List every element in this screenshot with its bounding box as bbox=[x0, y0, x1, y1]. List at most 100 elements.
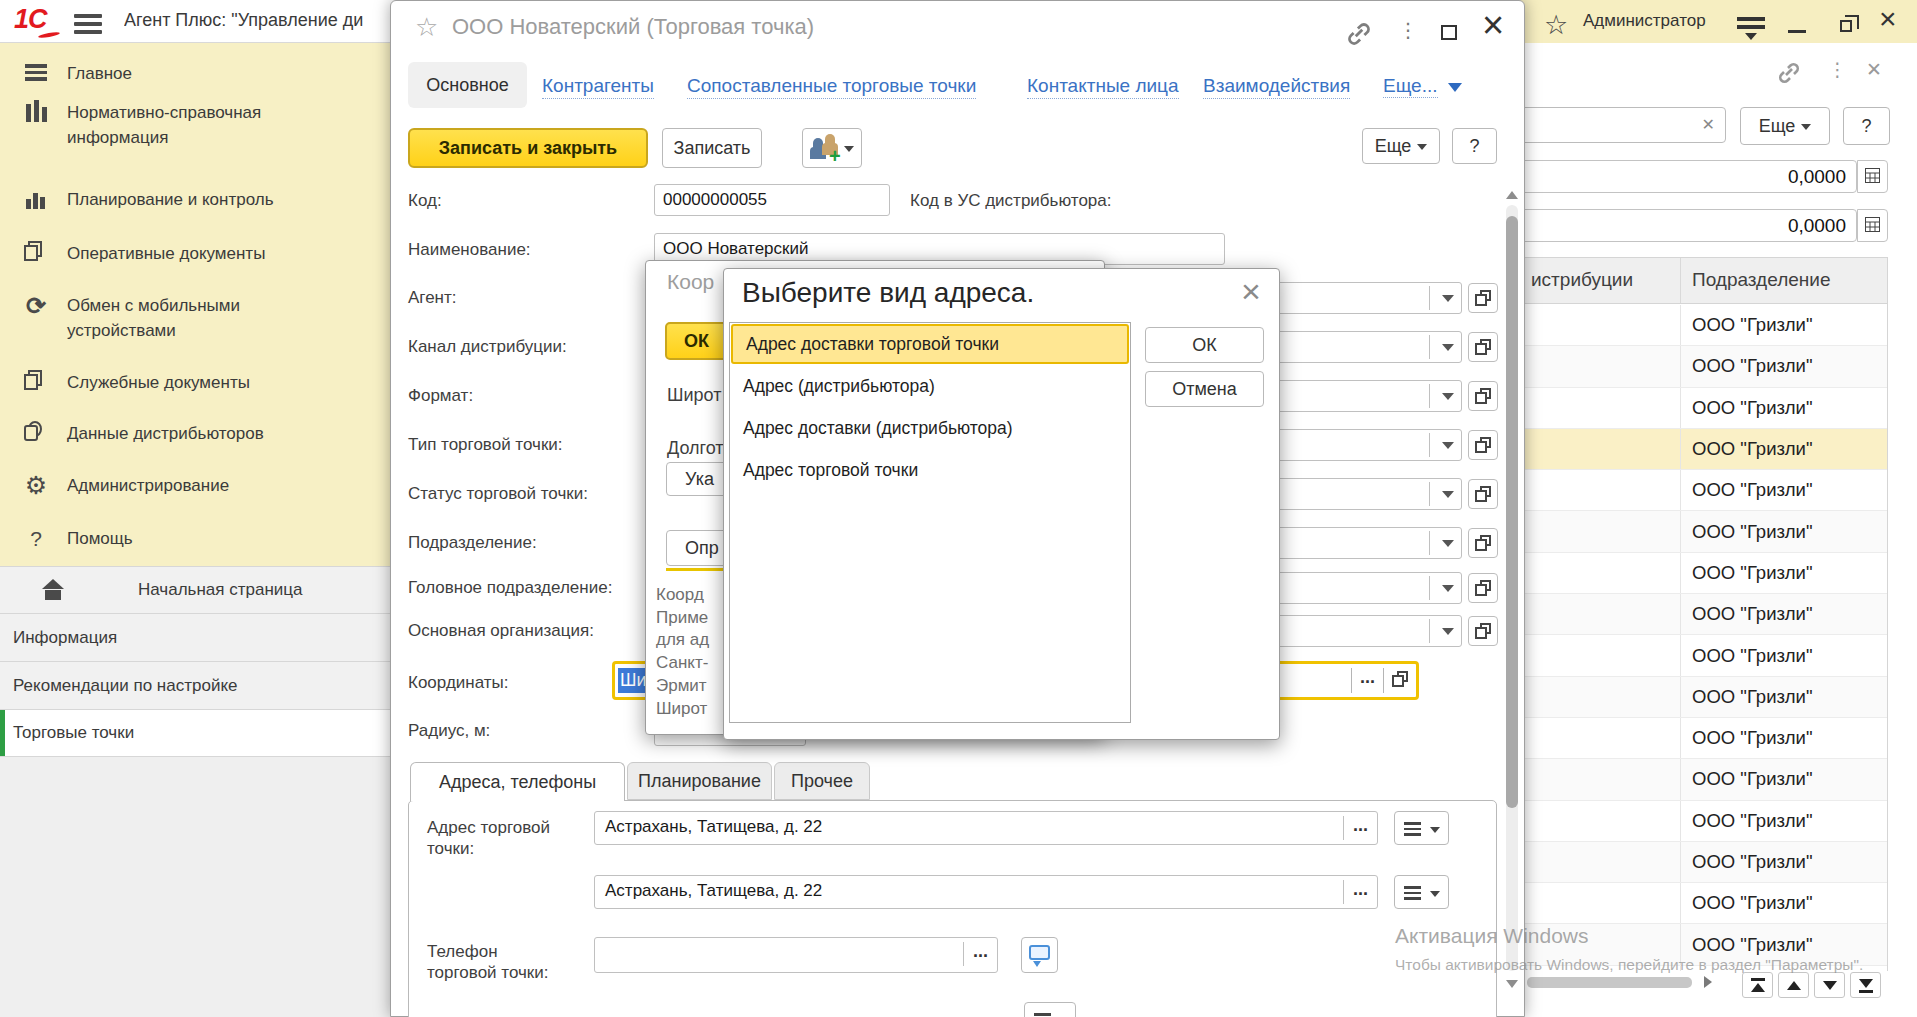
sidebar-item-glavnoe[interactable]: Главное bbox=[0, 61, 390, 86]
sidebar-item-planning[interactable]: Планирование и контроль bbox=[0, 187, 390, 212]
tab-interactions[interactable]: Взаимодействия bbox=[1203, 75, 1350, 99]
reference-icon bbox=[22, 100, 50, 150]
window-menu-icon[interactable] bbox=[1737, 17, 1765, 40]
link-icon[interactable] bbox=[1777, 62, 1801, 88]
dropdown-arrow-icon[interactable] bbox=[1442, 540, 1454, 547]
dropdown-arrow-icon[interactable] bbox=[1442, 442, 1454, 449]
go-last-button[interactable] bbox=[1850, 972, 1881, 998]
window-title: ООО Новатерский (Торговая точка) bbox=[452, 14, 814, 40]
sidebar-item-recommendations[interactable]: Рекомендации по настройке bbox=[0, 661, 390, 709]
sidebar-item-mobile-exchange[interactable]: ⟳ Обмен с мобильными устройствами bbox=[0, 293, 390, 343]
clear-icon[interactable]: ✕ bbox=[1702, 115, 1715, 134]
ellipsis-button[interactable]: ... bbox=[1344, 812, 1377, 844]
scrollbar-thumb[interactable] bbox=[1506, 216, 1518, 808]
sidebar-item-administration[interactable]: ⚙ Администрирование bbox=[0, 473, 390, 498]
address-kind-list: Адрес доставки торговой точкиАдрес (дист… bbox=[729, 322, 1131, 723]
go-next-button[interactable] bbox=[1814, 972, 1845, 998]
gear-icon: ⚙ bbox=[22, 473, 50, 498]
open-button[interactable] bbox=[1468, 332, 1498, 362]
close-icon[interactable]: × bbox=[1241, 272, 1261, 311]
scrollbar-down-icon[interactable] bbox=[1506, 980, 1518, 988]
dropdown-arrow-icon[interactable] bbox=[1442, 491, 1454, 498]
close-panel-icon[interactable]: ✕ bbox=[1866, 58, 1882, 81]
dropdown-arrow-icon[interactable] bbox=[1442, 393, 1454, 400]
ellipsis-button[interactable]: ... bbox=[1352, 664, 1383, 697]
sms-button[interactable] bbox=[1021, 937, 1058, 973]
scroll-right-arrow[interactable] bbox=[1704, 976, 1712, 988]
dropdown-arrow-icon[interactable] bbox=[1442, 344, 1454, 351]
dropdown-arrow-icon[interactable] bbox=[1442, 295, 1454, 302]
close-icon[interactable]: × bbox=[1879, 2, 1897, 36]
ellipsis-button[interactable]: ... bbox=[1344, 876, 1377, 908]
help-button[interactable]: ? bbox=[1843, 107, 1890, 145]
tab-kontragenty[interactable]: Контрагенты bbox=[542, 75, 654, 99]
calculator-button[interactable] bbox=[1857, 209, 1888, 242]
go-previous-button[interactable] bbox=[1778, 972, 1809, 998]
tab-more[interactable]: Еще... bbox=[1383, 75, 1462, 97]
column-header-channel[interactable]: истрибуции bbox=[1531, 269, 1633, 291]
field-label-coords: Координаты: bbox=[408, 673, 509, 693]
open-button[interactable] bbox=[1468, 283, 1498, 313]
tab-addresses[interactable]: Адреса, телефоны bbox=[410, 762, 625, 801]
minimize-icon[interactable] bbox=[1788, 30, 1806, 33]
open-button[interactable] bbox=[1468, 430, 1498, 460]
tab-other[interactable]: Прочее bbox=[774, 762, 870, 800]
tab-main[interactable]: Основное bbox=[408, 62, 527, 108]
sidebar-item-help[interactable]: ? Помощь bbox=[0, 526, 390, 551]
address-menu-button[interactable] bbox=[1394, 811, 1449, 845]
open-button[interactable] bbox=[1468, 528, 1498, 558]
sidebar-item-trade-points[interactable]: Торговые точки bbox=[0, 709, 390, 757]
tab-planning[interactable]: Планирование bbox=[627, 762, 772, 800]
sidebar-item-operative-docs[interactable]: Оперативные документы bbox=[0, 241, 390, 266]
phone-input[interactable]: ... bbox=[594, 937, 998, 973]
list-item[interactable]: Адрес (дистрибьютора) bbox=[730, 365, 1130, 407]
tab-contacts[interactable]: Контактные лица bbox=[1027, 75, 1179, 99]
sidebar-item-home[interactable]: Начальная страница bbox=[0, 566, 390, 613]
kod-input[interactable]: 00000000055 bbox=[654, 184, 890, 216]
favorite-star-icon[interactable]: ☆ bbox=[415, 12, 438, 43]
calculator-button[interactable] bbox=[1857, 160, 1888, 193]
save-and-close-button[interactable]: Записать и закрыть bbox=[408, 128, 648, 168]
close-icon[interactable]: × bbox=[1482, 4, 1504, 47]
sidebar-item-service-docs[interactable]: Служебные документы bbox=[0, 370, 390, 395]
main-menu-icon[interactable] bbox=[74, 14, 102, 38]
more-menu-icon[interactable]: ⋮ bbox=[1828, 58, 1847, 81]
address-menu-button[interactable] bbox=[1394, 875, 1449, 909]
list-item[interactable]: Адрес доставки (дистрибьютора) bbox=[730, 407, 1130, 449]
favorite-star-icon[interactable]: ☆ bbox=[1544, 9, 1568, 41]
scrollbar-up-icon[interactable] bbox=[1506, 191, 1518, 199]
help-button[interactable]: ? bbox=[1452, 128, 1497, 164]
sidebar-item-distributor-data[interactable]: Данные дистрибьюторов bbox=[0, 421, 390, 446]
tab-matched-points[interactable]: Сопоставленные торговые точки bbox=[687, 75, 976, 99]
list-item[interactable]: Адрес доставки торговой точки bbox=[731, 324, 1129, 364]
ok-button[interactable]: ОК bbox=[1145, 327, 1264, 363]
ellipsis-button[interactable]: ... bbox=[964, 938, 997, 972]
dropdown-arrow-icon[interactable] bbox=[1442, 628, 1454, 635]
go-first-button[interactable] bbox=[1742, 972, 1773, 998]
restore-icon[interactable] bbox=[1840, 20, 1852, 32]
address-input-1[interactable]: Астрахань, Татищева, д. 22... bbox=[594, 811, 1378, 845]
more-button[interactable]: Еще bbox=[1740, 107, 1830, 145]
sidebar-item-nsi[interactable]: Нормативно-справочная информация bbox=[0, 100, 390, 150]
open-button[interactable] bbox=[1468, 616, 1498, 646]
add-contact-button[interactable]: + bbox=[802, 128, 862, 168]
maximize-icon[interactable] bbox=[1441, 25, 1457, 40]
field-label-name: Наименование: bbox=[408, 240, 531, 260]
list-item[interactable]: Адрес торговой точки bbox=[730, 449, 1130, 491]
save-button[interactable]: Записать bbox=[662, 128, 762, 168]
menu-button-partial[interactable] bbox=[1024, 1002, 1076, 1017]
open-button[interactable] bbox=[1468, 573, 1498, 603]
open-button[interactable] bbox=[1468, 479, 1498, 509]
address-input-2[interactable]: Астрахань, Татищева, д. 22... bbox=[594, 875, 1378, 909]
sidebar-item-information[interactable]: Информация bbox=[0, 613, 390, 661]
column-divider bbox=[1680, 258, 1681, 303]
link-icon[interactable] bbox=[1346, 22, 1372, 50]
open-button[interactable] bbox=[1384, 664, 1416, 697]
open-button[interactable] bbox=[1468, 381, 1498, 411]
more-menu-icon[interactable]: ⋮ bbox=[1398, 18, 1418, 42]
column-header-division[interactable]: Подразделение bbox=[1692, 269, 1830, 291]
horizontal-scrollbar-thumb[interactable] bbox=[1527, 977, 1692, 988]
dropdown-arrow-icon[interactable] bbox=[1442, 585, 1454, 592]
more-button[interactable]: Еще bbox=[1362, 128, 1440, 164]
cancel-button[interactable]: Отмена bbox=[1145, 371, 1264, 407]
